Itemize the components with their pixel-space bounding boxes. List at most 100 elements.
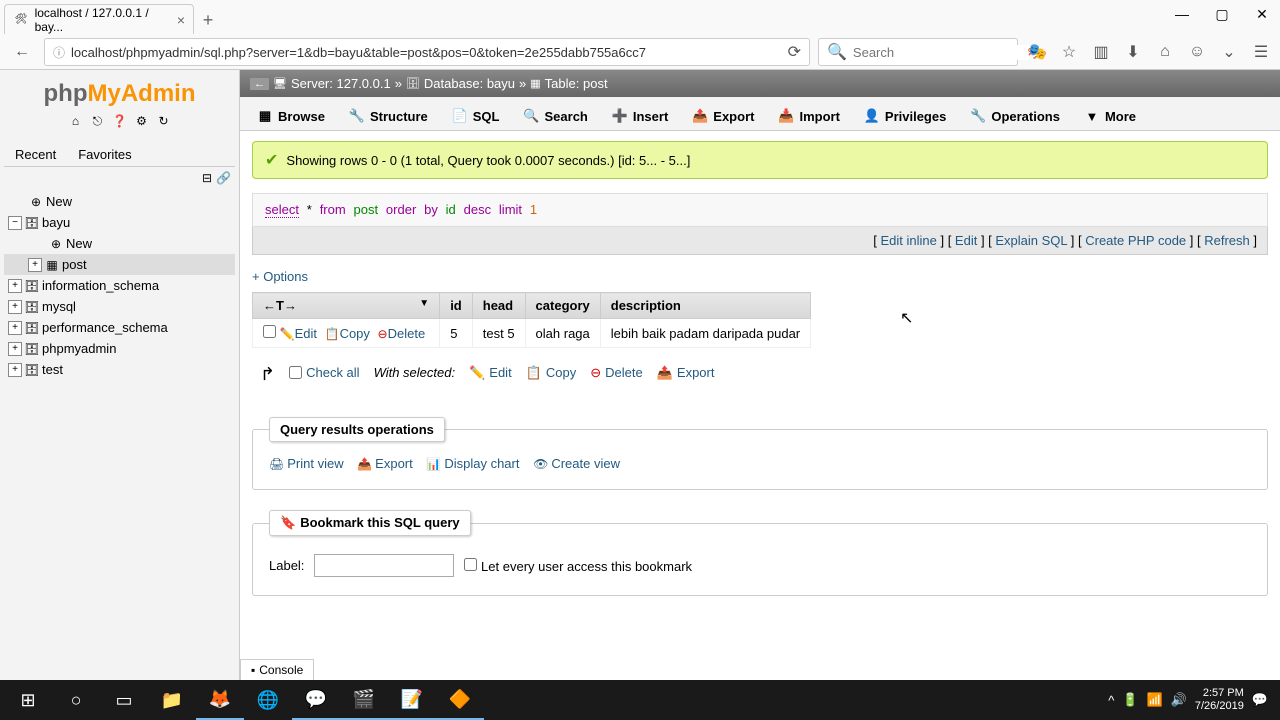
system-tray[interactable]: ^ 🔋 📶 🔊 2:57 PM 7/26/2019 💬 <box>1108 687 1276 713</box>
favorites-tab[interactable]: Favorites <box>67 142 142 166</box>
firefox-icon[interactable]: 🦊 <box>196 680 244 720</box>
url-input[interactable] <box>71 45 788 60</box>
bc-database[interactable]: Database: bayu <box>424 76 515 91</box>
close-window-button[interactable]: ✕ <box>1248 4 1276 24</box>
tab-insert[interactable]: ➕Insert <box>601 101 679 130</box>
home-link-icon[interactable]: ⌂ <box>67 112 85 130</box>
bulk-edit-button[interactable]: ✏️Edit <box>469 365 512 381</box>
print-view-link[interactable]: 🖨Print view <box>269 456 344 471</box>
link-icon[interactable]: 🔗 <box>216 171 231 185</box>
create-php-link[interactable]: Create PHP code <box>1085 233 1186 248</box>
back-button[interactable]: ← <box>8 38 36 66</box>
expand-icon[interactable]: + <box>8 279 22 293</box>
explain-sql-link[interactable]: Explain SQL <box>995 233 1067 248</box>
library-icon[interactable]: ▥ <box>1090 41 1112 63</box>
expand-icon[interactable]: + <box>8 300 22 314</box>
cell-category[interactable]: olah raga <box>525 319 600 348</box>
bulk-delete-button[interactable]: ⊖Delete <box>590 365 642 381</box>
chevron-down-icon[interactable]: ▼ <box>419 298 429 309</box>
mask-icon[interactable]: 🎭 <box>1026 41 1048 63</box>
tab-close-icon[interactable]: × <box>177 12 185 28</box>
downloads-icon[interactable]: ⬇ <box>1122 41 1144 63</box>
cell-description[interactable]: lebih baik padam daripada pudar <box>600 319 810 348</box>
bookmark-public-checkbox[interactable] <box>464 558 477 571</box>
tree-db-test[interactable]: + 🗄 test <box>4 359 235 380</box>
collapse-all-icon[interactable]: ⊟ <box>202 171 212 185</box>
expand-icon[interactable]: + <box>8 321 22 335</box>
site-info-icon[interactable]: ⓘ <box>53 44 65 61</box>
file-explorer-icon[interactable]: 📁 <box>148 680 196 720</box>
edit-inline-link[interactable]: Edit inline <box>880 233 936 248</box>
settings-icon[interactable]: ⚙ <box>133 112 151 130</box>
url-bar[interactable]: ⓘ ⟳ <box>44 38 810 66</box>
expand-icon[interactable]: + <box>28 258 42 272</box>
xampp-icon[interactable]: 🔶 <box>436 680 484 720</box>
row-delete-button[interactable]: ⊖Delete <box>378 326 426 341</box>
row-copy-button[interactable]: 📋Copy <box>325 326 370 341</box>
expand-icon[interactable]: + <box>8 342 22 356</box>
tree-db-performance-schema[interactable]: + 🗄 performance_schema <box>4 317 235 338</box>
battery-icon[interactable]: 🔋 <box>1122 692 1138 708</box>
tab-privileges[interactable]: 👤Privileges <box>853 101 957 130</box>
export-link[interactable]: 📤Export <box>357 456 413 471</box>
tab-sql[interactable]: 📄SQL <box>441 101 511 130</box>
row-edit-button[interactable]: ✏️Edit <box>280 326 317 341</box>
logout-icon[interactable]: ⎋ <box>89 112 107 130</box>
new-tab-button[interactable]: + <box>194 6 222 34</box>
pma-logo[interactable]: phpMyAdmin ⌂ ⎋ ❓ ⚙ ↻ <box>4 76 235 136</box>
expand-icon[interactable]: + <box>8 363 22 377</box>
camtasia-icon[interactable]: 🎬 <box>340 680 388 720</box>
home-icon[interactable]: ⌂ <box>1154 41 1176 63</box>
tray-chevron-icon[interactable]: ^ <box>1108 693 1114 708</box>
cortana-button[interactable]: ○ <box>52 680 100 720</box>
skype-icon[interactable]: 💬 <box>292 680 340 720</box>
tree-db-phpmyadmin[interactable]: + 🗄 phpmyadmin <box>4 338 235 359</box>
search-input[interactable] <box>853 45 1029 60</box>
browser-tab[interactable]: 🛠 localhost / 127.0.0.1 / bay... × <box>4 4 194 34</box>
col-head[interactable]: head <box>472 293 525 319</box>
tab-import[interactable]: 📥Import <box>767 101 850 130</box>
col-category[interactable]: category <box>525 293 600 319</box>
options-toggle[interactable]: + Options <box>252 269 308 284</box>
bc-server[interactable]: Server: 127.0.0.1 <box>291 76 391 91</box>
tab-more[interactable]: ▼More <box>1073 101 1147 130</box>
wifi-icon[interactable]: 📶 <box>1147 692 1163 708</box>
tree-bayu-new[interactable]: ⊕ New <box>4 233 235 254</box>
tree-db-mysql[interactable]: + 🗄 mysql <box>4 296 235 317</box>
minimize-button[interactable]: — <box>1168 4 1196 24</box>
display-chart-link[interactable]: 📊Display chart <box>426 456 519 471</box>
chrome-icon[interactable]: 🌐 <box>244 680 292 720</box>
tree-db-information-schema[interactable]: + 🗄 information_schema <box>4 275 235 296</box>
menu-icon[interactable]: ☰ <box>1250 41 1272 63</box>
reload-button[interactable]: ⟳ <box>788 42 801 62</box>
task-view-button[interactable]: ▭ <box>100 680 148 720</box>
console-toggle[interactable]: ▪ Console <box>240 659 314 680</box>
tab-search[interactable]: 🔍Search <box>513 101 599 130</box>
collapse-icon[interactable]: − <box>8 216 22 230</box>
bulk-export-button[interactable]: 📤Export <box>657 365 715 381</box>
bc-table[interactable]: Table: post <box>545 76 608 91</box>
pocket-icon[interactable]: ⌄ <box>1218 41 1240 63</box>
recent-tab[interactable]: Recent <box>4 142 67 166</box>
start-button[interactable]: ⊞ <box>4 680 52 720</box>
docs-icon[interactable]: ❓ <box>111 112 129 130</box>
refresh-link[interactable]: Refresh <box>1204 233 1250 248</box>
volume-icon[interactable]: 🔊 <box>1171 692 1187 708</box>
bookmark-label-input[interactable] <box>314 554 454 577</box>
tree-db-bayu[interactable]: − 🗄 bayu <box>4 212 235 233</box>
edit-link[interactable]: Edit <box>955 233 977 248</box>
account-icon[interactable]: ☺ <box>1186 41 1208 63</box>
clock[interactable]: 2:57 PM 7/26/2019 <box>1195 687 1244 713</box>
browser-search[interactable]: 🔍 <box>818 38 1018 66</box>
tab-structure[interactable]: 🔧Structure <box>338 101 439 130</box>
col-description[interactable]: description <box>600 293 810 319</box>
sublime-icon[interactable]: 📝 <box>388 680 436 720</box>
cell-head[interactable]: test 5 <box>472 319 525 348</box>
row-checkbox[interactable] <box>263 325 276 338</box>
tab-export[interactable]: 📤Export <box>681 101 765 130</box>
tab-operations[interactable]: 🔧Operations <box>959 101 1071 130</box>
cell-id[interactable]: 5 <box>440 319 473 348</box>
notifications-icon[interactable]: 💬 <box>1252 692 1268 708</box>
maximize-button[interactable]: ▢ <box>1208 4 1236 24</box>
breadcrumb-back-icon[interactable]: ← <box>250 78 269 90</box>
